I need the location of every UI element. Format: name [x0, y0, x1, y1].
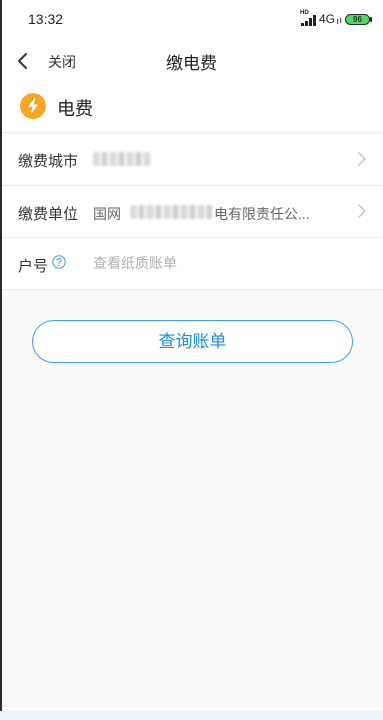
chevron-right-icon	[358, 204, 366, 218]
company-label: 缴费单位	[18, 206, 79, 223]
battery-knob	[370, 17, 372, 22]
data-activity-icon	[337, 18, 342, 24]
page-title: 缴电费	[166, 54, 217, 73]
divider	[2, 289, 383, 290]
bill-type-label: 电费	[57, 99, 93, 119]
pay-electricity-screen: 13:32 HD 4G 96 关闭 缴电费 电费 缴费城市 缴费单位 国网 电有…	[0, 0, 383, 720]
city-label: 缴费城市	[18, 153, 79, 170]
company-value-prefix: 国网	[93, 206, 121, 222]
account-label: 户号	[18, 258, 49, 275]
network-type: 4G	[319, 12, 336, 26]
query-bill-button[interactable]: 查询账单	[32, 320, 353, 363]
city-value-obscured	[93, 152, 151, 166]
company-value-suffix: 电有限责任公...	[214, 206, 310, 222]
question-circle-icon[interactable]	[52, 255, 66, 269]
bottom-band	[0, 711, 383, 720]
status-time: 13:32	[28, 11, 64, 27]
lightning-icon	[20, 93, 46, 119]
account-number-input[interactable]	[93, 253, 363, 273]
signal-bars-icon	[301, 15, 316, 26]
chevron-right-icon	[358, 152, 366, 166]
battery-icon: 96	[345, 14, 370, 25]
company-value-obscured	[130, 205, 212, 219]
